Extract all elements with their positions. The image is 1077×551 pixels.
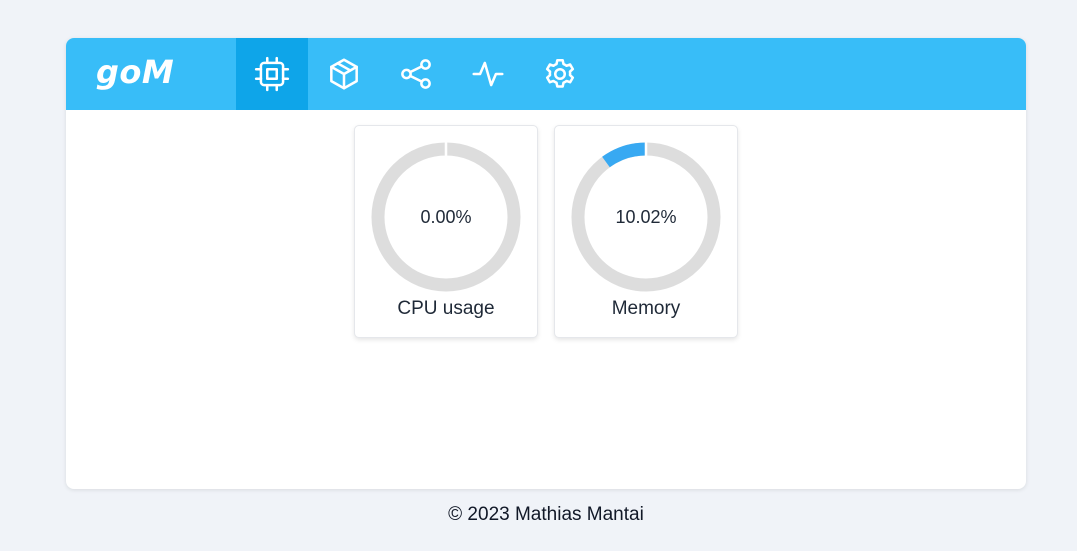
tab-packages[interactable] xyxy=(308,38,380,110)
tab-network[interactable] xyxy=(380,38,452,110)
cpu-usage-card: 0.00% CPU usage xyxy=(354,125,538,338)
cpu-icon xyxy=(254,56,290,92)
navbar: goM xyxy=(66,38,1026,110)
footer-copyright: © 2023 Mathias Mantai xyxy=(448,504,644,525)
tab-settings[interactable] xyxy=(524,38,596,110)
main-card: goM 0.00% CPU usage 10.02% Memory xyxy=(66,38,1026,489)
gear-icon xyxy=(545,58,575,88)
brand-logo[interactable]: goM xyxy=(96,52,174,92)
cpu-usage-label: CPU usage xyxy=(397,298,495,319)
activity-icon xyxy=(472,61,504,87)
memory-card: 10.02% Memory xyxy=(554,125,738,338)
package-icon xyxy=(330,58,358,90)
share-icon xyxy=(401,59,431,89)
tab-activity[interactable] xyxy=(452,38,524,110)
cpu-usage-value: 0.00% xyxy=(420,206,472,227)
memory-value: 10.02% xyxy=(615,206,677,227)
tab-system[interactable] xyxy=(236,38,308,110)
memory-label: Memory xyxy=(611,298,681,319)
